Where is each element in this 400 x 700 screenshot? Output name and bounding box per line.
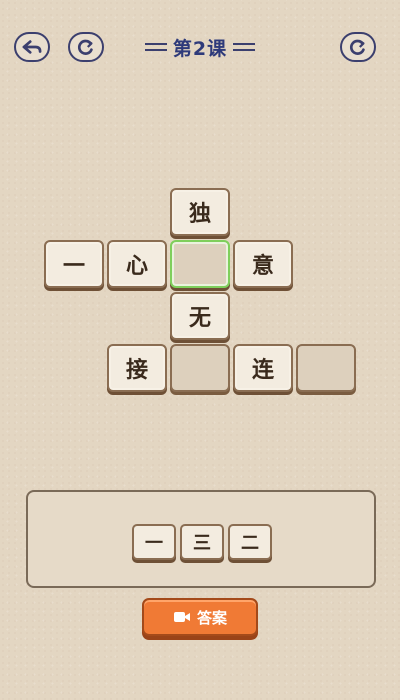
level-title-bar: 第2课 [130, 32, 270, 62]
refresh-icon [349, 39, 365, 55]
video-icon [173, 612, 190, 622]
tile-xin: 心 [107, 240, 167, 288]
choice-tile-er[interactable]: 二 [228, 524, 272, 560]
choice-tile-san[interactable]: 三 [180, 524, 224, 560]
page-title: 第2课 [172, 37, 228, 60]
blank-tile-selected[interactable] [170, 240, 230, 288]
title-decoration-left [144, 43, 167, 51]
answer-button[interactable]: 答案 [142, 598, 258, 636]
back-arrow-icon [22, 40, 42, 54]
tile-yi-meaning: 意 [233, 240, 293, 288]
tile-lian: 连 [233, 344, 293, 392]
answer-button-label: 答案 [196, 608, 227, 627]
tile-du: 独 [170, 188, 230, 236]
restart-icon [77, 39, 93, 55]
blank-tile[interactable] [296, 344, 356, 392]
back-button[interactable] [14, 32, 50, 62]
tile-jie: 接 [107, 344, 167, 392]
tile-wu: 无 [170, 292, 230, 340]
choice-tile-yi[interactable]: 一 [132, 524, 176, 560]
blank-tile[interactable] [170, 344, 230, 392]
title-decoration-right [233, 43, 256, 51]
tile-yi: 一 [44, 240, 104, 288]
restart-button[interactable] [68, 32, 104, 62]
refresh-button[interactable] [340, 32, 376, 62]
